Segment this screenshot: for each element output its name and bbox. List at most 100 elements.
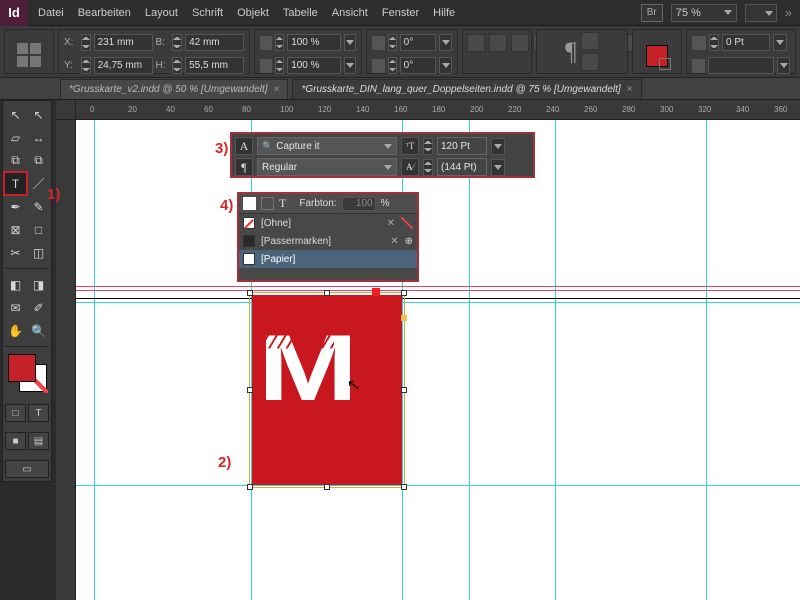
handle-right-mid[interactable] xyxy=(401,387,407,393)
column-guide[interactable] xyxy=(469,120,470,600)
selection-tool[interactable]: ↖ xyxy=(5,104,26,125)
pen-tool[interactable]: ✒ xyxy=(5,196,26,217)
shear-dd[interactable] xyxy=(439,57,452,74)
font-style-dropdown[interactable]: Regular xyxy=(257,158,397,176)
expand-icon[interactable]: » xyxy=(785,5,792,20)
apply-color[interactable]: ■ xyxy=(5,432,26,450)
hand-tool[interactable]: ✋ xyxy=(5,320,26,341)
handle-top-right[interactable] xyxy=(401,290,407,296)
swatch-row-none[interactable]: [Ohne] ✕ xyxy=(239,214,417,232)
sy-stepper[interactable] xyxy=(275,57,284,74)
fill-color[interactable] xyxy=(8,354,36,382)
wrap-icon[interactable] xyxy=(581,53,599,71)
menu-view[interactable]: Ansicht xyxy=(332,7,368,19)
handle-bot-left[interactable] xyxy=(247,484,253,490)
swatch-row-registration[interactable]: [Passermarken] ✕ ⊕ xyxy=(239,232,417,250)
page-tool[interactable]: ▱ xyxy=(5,127,26,148)
formatting-text[interactable]: T xyxy=(28,404,49,422)
zoom-level[interactable]: 75 % xyxy=(671,4,737,22)
content-collector-tool[interactable]: ⧉ xyxy=(5,150,26,171)
rectangle-frame-tool[interactable]: ⊠ xyxy=(5,219,26,240)
gap-tool[interactable]: ↔ xyxy=(28,127,49,148)
y-stepper[interactable] xyxy=(81,57,91,74)
w-field[interactable]: 42 mm xyxy=(185,34,244,51)
direct-selection-tool[interactable]: ↖ xyxy=(28,104,49,125)
leading-field[interactable]: (144 Pt) xyxy=(437,158,487,176)
size-stepper[interactable] xyxy=(423,138,433,155)
menu-object[interactable]: Objekt xyxy=(237,7,269,19)
close-icon[interactable]: × xyxy=(627,84,633,95)
content-placer-tool[interactable]: ⧉ xyxy=(28,150,49,171)
stroke-stepper[interactable] xyxy=(709,34,719,51)
sy-dd[interactable] xyxy=(344,57,356,74)
y-field[interactable]: 24,75 mm xyxy=(94,57,153,74)
handle-left-mid[interactable] xyxy=(247,387,253,393)
x-field[interactable]: 231 mm xyxy=(94,34,153,51)
gradient-swatch-tool[interactable]: ◧ xyxy=(5,274,26,295)
rectangle-tool[interactable]: □ xyxy=(28,219,49,240)
menu-window[interactable]: Fenster xyxy=(382,7,419,19)
menu-edit[interactable]: Bearbeiten xyxy=(78,7,131,19)
formatting-container[interactable]: □ xyxy=(5,404,26,422)
scissors-tool[interactable]: ✂ xyxy=(5,242,26,263)
column-guide[interactable] xyxy=(94,120,95,600)
view-mode[interactable]: ▭ xyxy=(5,460,49,478)
char-format-icon[interactable]: A xyxy=(235,137,253,155)
menu-help[interactable]: Hilfe xyxy=(433,7,455,19)
fill-stroke-swatches[interactable] xyxy=(5,354,49,394)
size-dd[interactable] xyxy=(491,138,505,155)
w-stepper[interactable] xyxy=(172,34,182,51)
fill-proxy-icon[interactable] xyxy=(243,197,256,210)
stroke-style-field[interactable] xyxy=(708,57,774,74)
in-port[interactable] xyxy=(372,288,380,296)
line-tool[interactable]: ／ xyxy=(28,173,49,194)
reference-point[interactable] xyxy=(4,29,54,74)
column-guide[interactable] xyxy=(706,120,707,600)
eyedropper-tool[interactable]: ✐ xyxy=(28,297,49,318)
swatch-row-paper[interactable]: [Papier] xyxy=(239,250,417,268)
handle-bot-mid[interactable] xyxy=(324,484,330,490)
margin-guide[interactable] xyxy=(76,302,800,303)
gradient-feather-tool[interactable]: ◨ xyxy=(28,274,49,295)
x-stepper[interactable] xyxy=(81,34,91,51)
document-canvas[interactable]: M xyxy=(76,120,800,600)
shear-field[interactable]: 0° xyxy=(400,57,437,74)
paragraph-style-icon[interactable]: ¶ xyxy=(565,37,577,67)
close-icon[interactable]: × xyxy=(274,84,280,95)
bridge-button[interactable]: Br xyxy=(641,4,663,22)
stroke-style-dd[interactable] xyxy=(777,57,790,74)
note-tool[interactable]: ✉ xyxy=(5,297,26,318)
menu-file[interactable]: Datei xyxy=(38,7,64,19)
menu-layout[interactable]: Layout xyxy=(145,7,178,19)
stroke-proxy-icon[interactable] xyxy=(261,197,274,210)
free-transform-tool[interactable]: ◫ xyxy=(28,242,49,263)
menu-table[interactable]: Tabelle xyxy=(283,7,318,19)
rot-dd[interactable] xyxy=(439,34,452,51)
leading-stepper[interactable] xyxy=(423,159,433,176)
sx-field[interactable]: 100 % xyxy=(287,34,340,51)
font-family-dropdown[interactable]: 🔍Capture it xyxy=(257,137,397,155)
font-size-field[interactable]: 120 Pt xyxy=(437,137,487,155)
tab-doc-1[interactable]: *Grusskarte_v2.indd @ 50 % [Umgewandelt]… xyxy=(60,79,288,99)
text-target-icon[interactable]: T xyxy=(279,196,286,211)
leading-dd[interactable] xyxy=(491,159,505,176)
margin-guide[interactable] xyxy=(76,485,800,486)
rotate-cw-icon[interactable] xyxy=(467,34,485,52)
handle-top-mid[interactable] xyxy=(324,290,330,296)
rot-field[interactable]: 0° xyxy=(400,34,437,51)
h-stepper[interactable] xyxy=(172,57,182,74)
rotate-ccw-icon[interactable] xyxy=(489,34,507,52)
ruler-origin[interactable] xyxy=(56,100,76,120)
apply-gradient[interactable]: ▤ xyxy=(28,432,49,450)
sx-dd[interactable] xyxy=(344,34,356,51)
effects-icon[interactable] xyxy=(581,32,599,50)
pencil-tool[interactable]: ✎ xyxy=(28,196,49,217)
type-tool[interactable]: T xyxy=(5,173,26,194)
flip-h-icon[interactable] xyxy=(511,34,529,52)
handle-bot-right[interactable] xyxy=(401,484,407,490)
zoom-tool[interactable]: 🔍 xyxy=(28,320,49,341)
sx-stepper[interactable] xyxy=(275,34,284,51)
shear-stepper[interactable] xyxy=(388,57,397,74)
stroke-field[interactable]: 0 Pt xyxy=(722,34,770,51)
rot-stepper[interactable] xyxy=(388,34,397,51)
